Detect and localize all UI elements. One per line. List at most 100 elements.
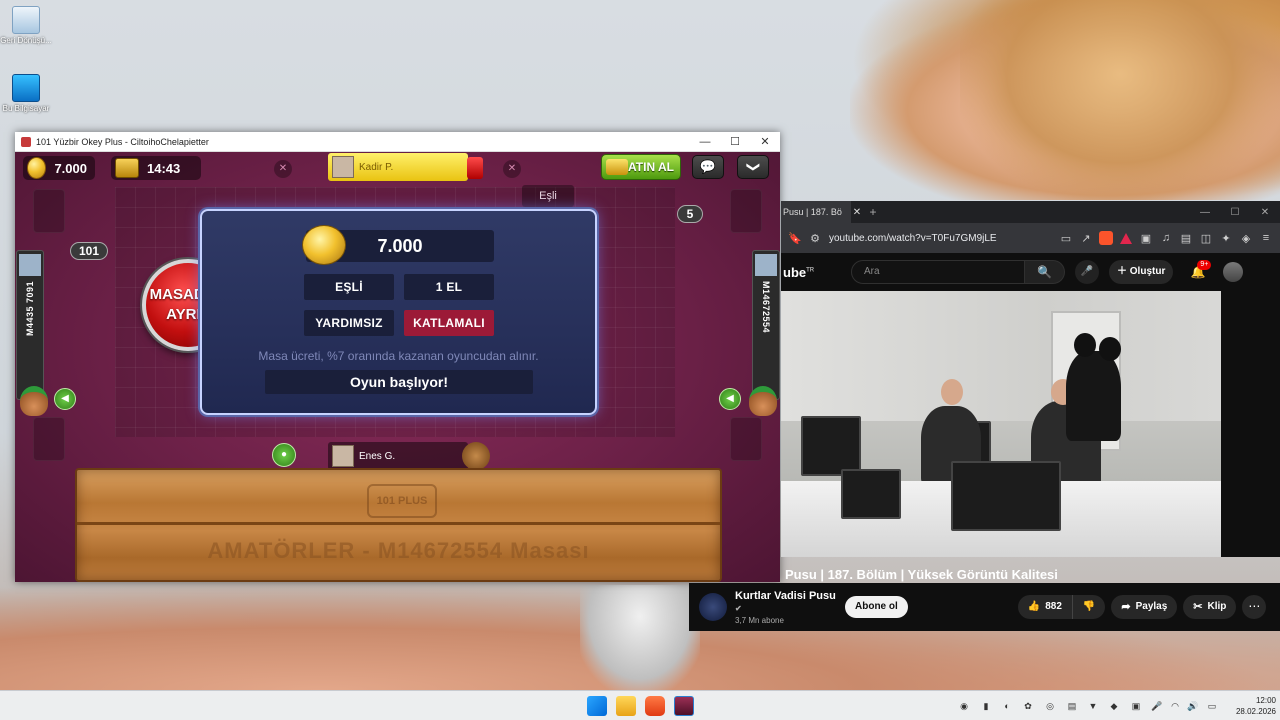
sidebar-icon[interactable]: ▤: [1176, 232, 1196, 245]
notifications-bell-icon[interactable]: 🔔 9+: [1187, 260, 1212, 279]
video-scene-head: [941, 379, 963, 405]
chat-button[interactable]: 💬: [692, 155, 724, 179]
youtube-logo-region: TR: [806, 267, 815, 274]
right-speaker-icon[interactable]: ◀: [719, 388, 741, 410]
scissors-icon: ✂: [1193, 601, 1203, 613]
site-settings-icon[interactable]: ⚙: [805, 232, 825, 245]
right-player-card[interactable]: M14672554: [752, 250, 780, 400]
mute-sound-icon[interactable]: ✕: [503, 160, 521, 178]
create-button-label: Oluştur: [1129, 266, 1166, 277]
wifi-icon[interactable]: ◠: [1169, 700, 1181, 712]
tray-app-icon[interactable]: ◉: [958, 700, 970, 712]
bottom-player-avatar: [332, 445, 354, 467]
browser-window: Pusu | 187. Bö ✕ + — ☐ ✕ 🔖 ⚙ youtube.com…: [781, 201, 1280, 582]
tray-app-icon[interactable]: ▼: [1087, 700, 1099, 712]
screenshot-icon[interactable]: ▣: [1136, 232, 1156, 245]
search-icon[interactable]: 🔍: [1025, 260, 1065, 284]
browser-maximize-button[interactable]: ☐: [1220, 207, 1250, 218]
vpn-icon[interactable]: ◈: [1236, 232, 1256, 245]
dislike-button[interactable]: 👎: [1073, 595, 1105, 619]
file-explorer-icon[interactable]: [616, 696, 636, 716]
minimize-button[interactable]: —: [690, 136, 720, 148]
voice-search-icon[interactable]: 🎤: [1075, 260, 1099, 284]
subscribe-button[interactable]: Abone ol: [845, 596, 908, 618]
brave-shields-icon[interactable]: [1099, 231, 1113, 245]
table-stake-value: 7.000: [377, 235, 423, 256]
left-tile-count: 101: [70, 242, 108, 260]
more-actions-icon[interactable]: ⋯: [1242, 595, 1267, 619]
create-button[interactable]: ＋ Oluştur: [1109, 260, 1174, 284]
cast-icon[interactable]: ▭: [1056, 232, 1076, 245]
bookmark-icon[interactable]: 🔖: [785, 232, 805, 245]
discard-slot-top-right[interactable]: [730, 189, 762, 233]
tile-rack[interactable]: 101 PLUS AMATÖRLER - M14672554 Masası: [75, 468, 722, 582]
youtube-search-input[interactable]: Ara: [851, 260, 1025, 284]
bottom-player-card[interactable]: Enes G.: [328, 442, 468, 470]
brave-browser-icon[interactable]: [645, 696, 665, 716]
mute-player-icon[interactable]: ✕: [274, 160, 292, 178]
browser-close-button[interactable]: ✕: [1250, 207, 1280, 218]
wallet-icon[interactable]: ◫: [1196, 232, 1216, 245]
battery-icon[interactable]: ▭: [1206, 700, 1218, 712]
clip-button[interactable]: ✂ Klip: [1183, 595, 1237, 619]
coin-balance-value: 7.000: [54, 160, 87, 176]
coin-stack-icon: [302, 225, 346, 265]
menu-dropdown-button[interactable]: ❯: [737, 155, 769, 179]
share-icon[interactable]: ↗: [1076, 232, 1096, 245]
left-player-card[interactable]: M4435 7091: [16, 250, 44, 400]
clock-time: 12:00: [1255, 696, 1276, 705]
rule-tag-no-help: YARDIMSIZ: [304, 310, 394, 336]
volume-icon[interactable]: 🔊: [1187, 700, 1199, 712]
tray-app-icon[interactable]: ◐: [1001, 700, 1013, 712]
account-avatar[interactable]: [1223, 262, 1244, 282]
top-player-card[interactable]: Kadir P.: [328, 153, 468, 181]
address-bar[interactable]: youtube.com/watch?v=T0Fu7GM9jLE: [825, 233, 1056, 244]
discard-slot-top-left[interactable]: [33, 189, 65, 233]
rule-tag-doubling: KATLAMALI: [404, 310, 494, 336]
tray-app-icon[interactable]: ▤: [1066, 700, 1078, 712]
tray-app-icon[interactable]: ◎: [1044, 700, 1056, 712]
buy-button[interactable]: SATIN AL: [601, 154, 681, 180]
hammer-icon: [462, 442, 490, 470]
microphone-tray-icon[interactable]: 🎤: [1151, 700, 1163, 712]
desktop-icon-recycle-bin[interactable]: Geri Dönüşü...: [0, 6, 52, 45]
channel-name[interactable]: Kurtlar Vadisi Pusu ✔: [735, 590, 845, 614]
new-tab-button[interactable]: +: [863, 205, 883, 219]
taskbar-clock[interactable]: 12:00 28.02.2026: [1226, 695, 1276, 717]
okey-game-taskbar-icon[interactable]: [674, 696, 694, 716]
desktop-icon-this-pc[interactable]: Bu Bilgisayar: [0, 74, 52, 113]
tray-app-icon[interactable]: ▣: [1130, 700, 1142, 712]
share-button[interactable]: ➦ Paylaş: [1111, 595, 1178, 619]
left-speaker-icon[interactable]: ◀: [54, 388, 76, 410]
browser-tab-youtube[interactable]: Pusu | 187. Bö: [781, 201, 851, 223]
extensions-icon[interactable]: ✦: [1216, 232, 1236, 245]
discard-slot-bottom-left[interactable]: [33, 417, 65, 461]
channel-row: Kurtlar Vadisi Pusu ✔ 3,7 Mn abone Abone…: [689, 583, 1280, 631]
game-titlebar[interactable]: 101 Yüzbir Okey Plus - CiltoihoChelapiet…: [15, 132, 780, 152]
youtube-header: ubeTR Ara 🔍 🎤 ＋ Oluştur 🔔 9+: [781, 253, 1280, 291]
tray-app-icon[interactable]: ✿: [1022, 700, 1034, 712]
youtube-logo[interactable]: ubeTR: [781, 265, 851, 280]
plus-icon: ＋: [1117, 266, 1127, 277]
close-button[interactable]: ✕: [750, 135, 780, 148]
menu-icon[interactable]: ≡: [1256, 232, 1276, 244]
like-button[interactable]: 👍 882: [1018, 595, 1073, 619]
maximize-button[interactable]: ☐: [720, 135, 750, 148]
desktop-icon-label: Geri Dönüşü...: [0, 36, 52, 45]
rule-tag-partner: EŞLİ: [304, 274, 394, 300]
tray-app-icon[interactable]: ◆: [1108, 700, 1120, 712]
browser-minimize-button[interactable]: —: [1190, 207, 1220, 218]
left-player-id: M4435 7091: [25, 281, 35, 337]
video-player[interactable]: [781, 291, 1221, 557]
buy-button-label: SATIN AL: [620, 160, 674, 174]
tray-app-icon[interactable]: ▮: [980, 700, 992, 712]
clock-date: 28.02.2026: [1235, 707, 1276, 716]
tab-close-icon[interactable]: ✕: [851, 207, 863, 218]
microphone-icon[interactable]: ●: [272, 443, 296, 467]
partner-tag: Eşli: [522, 185, 574, 207]
media-icon[interactable]: ♫: [1156, 232, 1176, 244]
channel-avatar[interactable]: [699, 593, 727, 621]
discard-slot-bottom-right[interactable]: [730, 417, 762, 461]
brave-rewards-icon[interactable]: [1120, 232, 1132, 244]
start-button[interactable]: [587, 696, 607, 716]
